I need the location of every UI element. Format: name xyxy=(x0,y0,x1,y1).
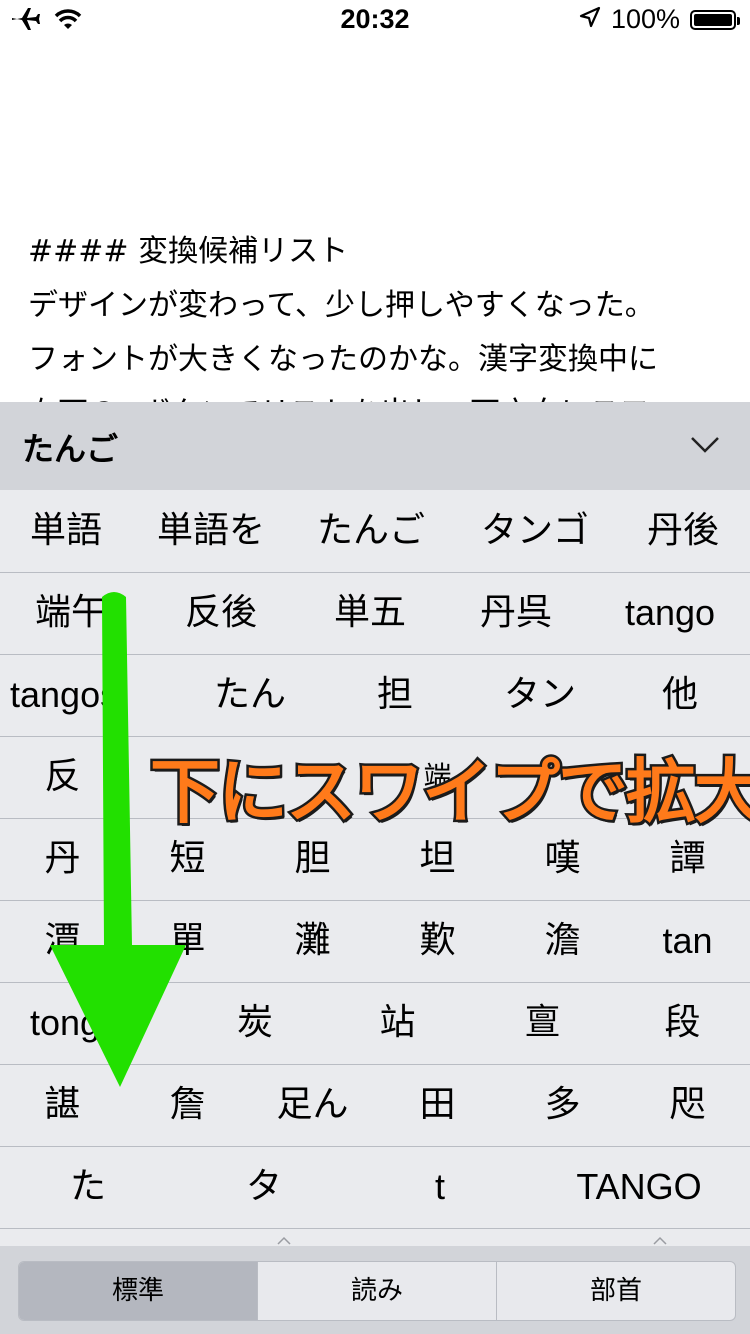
candidate[interactable]: たん xyxy=(180,654,320,736)
editor-line: #### 変換候補リスト xyxy=(28,234,349,269)
candidate[interactable]: 站 xyxy=(330,982,465,1064)
location-arrow-icon xyxy=(579,5,601,35)
candidate[interactable]: たんご xyxy=(296,490,446,572)
candidate[interactable]: 担 xyxy=(330,654,460,736)
candidate[interactable]: タ xyxy=(176,1146,352,1228)
battery-percent: 100% xyxy=(610,4,680,34)
segment-area: 標準 読み 部首 xyxy=(0,1246,750,1334)
segment-reading[interactable]: 読み xyxy=(258,1262,497,1320)
candidate[interactable]: 澹 xyxy=(500,900,625,982)
candidate[interactable]: 田 xyxy=(375,1064,500,1146)
swipe-down-arrow-icon xyxy=(50,592,186,1087)
candidate[interactable]: 丹後 xyxy=(620,490,746,572)
candidate[interactable]: 他 xyxy=(620,654,740,736)
reading-text: たんご xyxy=(22,430,119,468)
candidate[interactable]: t xyxy=(352,1146,528,1228)
candidate[interactable]: た xyxy=(0,1146,176,1228)
candidate[interactable]: tan xyxy=(625,900,750,982)
candidate[interactable]: 歎 xyxy=(375,900,500,982)
chevron-up-icon xyxy=(277,1236,291,1245)
battery-icon xyxy=(690,9,740,30)
segment-standard[interactable]: 標準 xyxy=(19,1262,258,1320)
candidate[interactable]: 単五 xyxy=(300,572,440,654)
candidate-row: 単語 単語を たんご タンゴ 丹後 xyxy=(0,490,750,573)
candidate[interactable]: 単語を xyxy=(140,490,282,572)
candidate[interactable]: 単語 xyxy=(0,490,132,572)
candidate[interactable]: 段 xyxy=(620,982,745,1064)
candidate[interactable]: 多 xyxy=(500,1064,625,1146)
status-right: 100% xyxy=(579,4,740,35)
candidate[interactable]: 炭 xyxy=(185,982,325,1064)
candidate[interactable]: tango xyxy=(598,572,742,654)
chevron-up-icon xyxy=(653,1236,667,1245)
segment-radical[interactable]: 部首 xyxy=(497,1262,735,1320)
candidate[interactable]: タン xyxy=(470,654,610,736)
candidate-row: た タ t TANGO xyxy=(0,1146,750,1229)
status-bar: 20:32 100% xyxy=(0,0,750,40)
candidate[interactable]: TANGO xyxy=(528,1146,750,1228)
candidate[interactable]: 亶 xyxy=(475,982,610,1064)
editor-line: デザインが変わって、少し押しやすくなった。 xyxy=(28,288,655,323)
editor-line: フォントが大きくなったのかな。漢字変換中に xyxy=(28,342,658,377)
candidate[interactable]: タンゴ xyxy=(460,490,610,572)
chevron-down-icon[interactable] xyxy=(688,428,722,462)
candidate[interactable]: 咫 xyxy=(625,1064,750,1146)
candidate[interactable]: 灘 xyxy=(250,900,375,982)
swipe-hint-text: 下にスワイプで拡大 xyxy=(148,749,750,836)
reading-bar: たんご xyxy=(0,402,750,490)
candidate[interactable]: 足ん xyxy=(250,1064,375,1146)
sort-segmented-control: 標準 読み 部首 xyxy=(18,1261,736,1321)
candidate[interactable]: 丹呉 xyxy=(446,572,586,654)
